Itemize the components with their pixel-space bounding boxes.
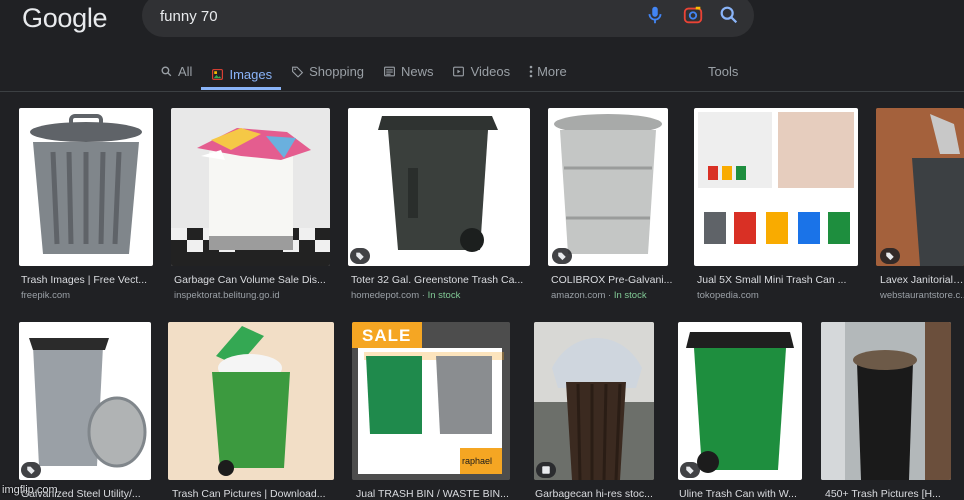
thumbnail-image[interactable] xyxy=(694,108,858,266)
result-title[interactable]: Trash Images | Free Vect... xyxy=(21,274,155,286)
result-source[interactable]: webstaurantstore.c... xyxy=(880,290,964,301)
result-title[interactable]: Trash Can Pictures | Download... xyxy=(172,488,334,500)
tag-icon xyxy=(356,252,364,261)
tab-more[interactable]: More xyxy=(519,58,576,84)
search-icon[interactable] xyxy=(718,4,740,26)
result-title[interactable]: Toter 32 Gal. Greenstone Trash Ca... xyxy=(351,274,531,286)
thumbnail-image[interactable] xyxy=(19,108,153,266)
trash-bin-outdoor-photo xyxy=(821,322,951,480)
thumbnail-image[interactable] xyxy=(348,108,530,266)
tab-label: Videos xyxy=(470,63,511,79)
thumbnail-image[interactable] xyxy=(678,322,802,480)
tag-icon xyxy=(290,64,304,78)
tag-icon xyxy=(886,252,894,261)
image-badge xyxy=(536,462,556,478)
microphone-icon[interactable] xyxy=(644,4,666,26)
shopping-tag-badge xyxy=(21,462,41,478)
tab-all[interactable]: All xyxy=(150,58,201,84)
tag-icon xyxy=(27,466,35,475)
brand-label: raphael xyxy=(462,456,493,466)
tab-label: Shopping xyxy=(309,63,365,79)
thumbnail-image[interactable] xyxy=(821,322,951,480)
thumbnail-image[interactable]: SALE raphael xyxy=(352,322,510,480)
play-icon xyxy=(452,64,466,78)
result-source[interactable]: tokopedia.com xyxy=(697,290,857,301)
result-title[interactable]: 450+ Trash Pictures [H... xyxy=(825,488,951,500)
result-title[interactable]: Uline Trash Can with W... xyxy=(679,488,803,500)
in-stock-label: In stock xyxy=(427,290,461,301)
mini-trash-cans-photo xyxy=(698,112,854,244)
shopping-tag-badge xyxy=(680,462,700,478)
result-title[interactable]: Lavex Janitorial 3... xyxy=(880,274,964,286)
tab-videos[interactable]: Videos xyxy=(443,58,520,84)
thumbnail-image[interactable] xyxy=(534,322,654,480)
green-bin-cartoon xyxy=(212,326,290,476)
image-results-grid: Trash Images | Free Vect... freepik.com … xyxy=(0,92,964,500)
result-title[interactable]: Garbage Can Volume Sale Dis... xyxy=(174,274,334,286)
tab-label: News xyxy=(401,63,434,79)
steel-utility-can-photo xyxy=(29,338,147,468)
imgflip-watermark: imgflip.com xyxy=(2,484,58,496)
header: Google All Images Shopping xyxy=(0,0,964,92)
images-icon xyxy=(210,67,224,81)
toter-trash-can-photo xyxy=(378,116,498,252)
image-icon xyxy=(542,466,550,474)
more-vert-icon xyxy=(528,64,534,78)
search-input[interactable] xyxy=(160,4,620,28)
tab-label: Images xyxy=(229,66,273,82)
tab-label: More xyxy=(537,63,567,79)
result-title[interactable]: Garbagecan hi-res stoc... xyxy=(535,488,659,500)
tag-icon xyxy=(686,466,694,475)
overflowing-bin-photo xyxy=(171,128,330,266)
search-icon xyxy=(159,64,173,78)
thumbnail-image[interactable] xyxy=(171,108,330,266)
tab-shopping[interactable]: Shopping xyxy=(281,58,373,84)
in-stock-label: In stock xyxy=(613,290,647,301)
search-box[interactable] xyxy=(142,0,754,37)
google-lens-icon[interactable] xyxy=(682,4,704,26)
shopping-tag-badge xyxy=(552,248,572,264)
tab-label: All xyxy=(178,63,193,79)
tab-news[interactable]: News xyxy=(373,58,443,84)
tab-images[interactable]: Images xyxy=(201,58,282,90)
result-title[interactable]: COLIBROX Pre-Galvani... xyxy=(551,274,675,286)
tag-icon xyxy=(558,252,566,261)
result-source[interactable]: freepik.com xyxy=(21,290,155,301)
result-title[interactable]: Jual 5X Small Mini Trash Can ... xyxy=(697,274,857,286)
result-source[interactable]: inspektorat.belitung.go.id xyxy=(174,290,334,301)
sale-label: SALE xyxy=(362,326,412,345)
thumbnail-image[interactable] xyxy=(548,108,668,266)
trash-can-illustration xyxy=(30,114,142,254)
result-source[interactable]: amazon.com · In stock xyxy=(551,290,675,301)
thumbnail-image[interactable] xyxy=(19,322,151,480)
shopping-tag-badge xyxy=(880,248,900,264)
overflowing-garbage-photo xyxy=(534,322,654,480)
shopping-tag-badge xyxy=(350,248,370,264)
news-icon xyxy=(382,64,396,78)
lavex-bin-photo xyxy=(876,108,964,266)
google-logo[interactable]: Google xyxy=(22,3,108,34)
search-tabs: All Images Shopping News Videos More xyxy=(150,58,576,92)
uline-green-can-photo xyxy=(686,332,794,473)
galvanized-can-photo xyxy=(554,114,662,254)
result-source[interactable]: homedepot.com · In stock xyxy=(351,290,531,301)
result-title[interactable]: Jual TRASH BIN / WASTE BIN... xyxy=(356,488,516,500)
thumbnail-image[interactable] xyxy=(876,108,964,266)
thumbnail-image[interactable] xyxy=(168,322,334,480)
tools-button[interactable]: Tools xyxy=(708,64,738,79)
